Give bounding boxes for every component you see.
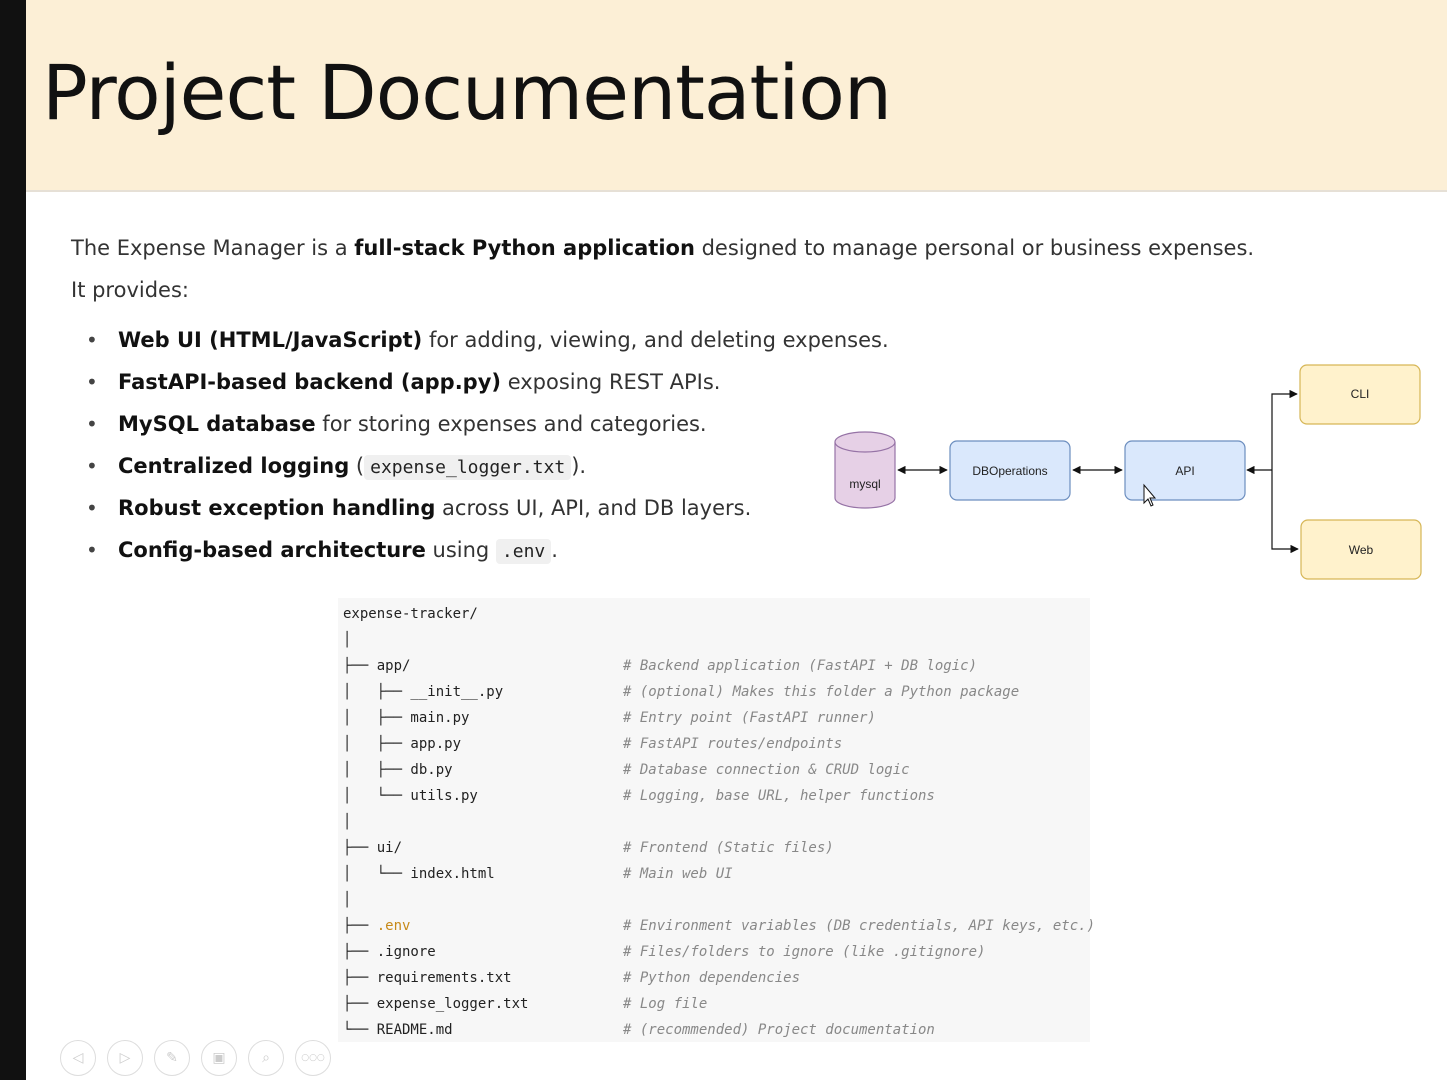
dboperations-label: DBOperations — [972, 464, 1047, 478]
intro-bold: full-stack Python application — [354, 236, 695, 260]
project-tree: expense-tracker/ │ ├── app/# Backend app… — [338, 598, 1096, 1042]
web-label: Web — [1349, 543, 1374, 557]
bullet-bold: Web UI (HTML/JavaScript) — [118, 328, 423, 352]
api-label: API — [1175, 464, 1194, 478]
bullet-bold: Config-based architecture — [118, 538, 426, 562]
api-cli-arrow — [1271, 389, 1298, 470]
slide-header: Project Documentation — [26, 0, 1447, 192]
bullet-text: ). — [571, 454, 587, 478]
list-item: • MySQL database for storing expenses and… — [86, 406, 889, 448]
tree-row: │ └── index.html # Main web UI — [343, 866, 733, 882]
bullet-bold: FastAPI-based backend (app.py) — [118, 370, 502, 394]
bullet-text: using — [425, 538, 496, 562]
tree-row: ├── app/# Backend application (FastAPI +… — [343, 658, 978, 674]
cli-label: CLI — [1351, 387, 1370, 401]
tree-row: │ └── utils.py # Logging, base URL, helpe… — [343, 788, 935, 804]
tree-row: ├── expense_logger.txt # Log file — [343, 996, 708, 1012]
bullet-icon: • — [86, 454, 98, 478]
bullet-icon: • — [86, 538, 98, 562]
bullet-text: for adding, viewing, and deleting expens… — [422, 328, 889, 352]
tree-row: ├── requirements.txt # Python dependencie… — [343, 970, 801, 986]
tree-row: └── README.md # (recommended) Project doc… — [343, 1022, 935, 1038]
bullet-bold: MySQL database — [118, 412, 316, 436]
inline-code: expense_logger.txt — [364, 455, 572, 480]
tree-row: expense-tracker/ — [343, 606, 478, 622]
list-item: • Config-based architecture using .env. — [86, 532, 889, 574]
bullet-text: for storing expenses and categories. — [315, 412, 707, 436]
tree-row: │ ├── db.py # Database connection & CRUD … — [343, 762, 910, 778]
slides-icon[interactable]: ▣ — [201, 1040, 237, 1076]
bullet-bold: Centralized logging — [118, 454, 350, 478]
tree-row: │ — [343, 632, 352, 648]
slide: Project Documentation The Expense Manage… — [26, 0, 1447, 1080]
tree-row: │ — [343, 814, 352, 830]
bullet-icon: • — [86, 328, 98, 352]
tree-row: ├── .ignore # Files/folders to ignore (li… — [343, 944, 986, 960]
tree-row: ├── .env # Environment variables (DB cred… — [343, 918, 1096, 934]
tree-row: │ ├── main.py # Entry point (FastAPI runn… — [343, 710, 876, 726]
api-web-arrow — [1271, 470, 1299, 554]
next-icon[interactable]: ▷ — [107, 1040, 143, 1076]
env-file-name: .env — [376, 918, 411, 934]
intro-text: The Expense Manager is a full-stack Pyth… — [71, 236, 1254, 260]
bullet-bold: Robust exception handling — [118, 496, 436, 520]
bullet-text: . — [551, 538, 558, 562]
prev-icon[interactable]: ◁ — [60, 1040, 96, 1076]
list-item: • Centralized logging (expense_logger.txt… — [86, 448, 889, 490]
mysql-node: mysql — [834, 431, 896, 509]
list-item: • Robust exception handling across UI, AP… — [86, 490, 889, 532]
zoom-icon[interactable]: ⌕ — [248, 1040, 284, 1076]
bullet-text: across UI, API, and DB layers. — [435, 496, 752, 520]
intro-suffix: designed to manage personal or business … — [694, 236, 1255, 260]
page-title: Project Documentation — [42, 48, 892, 137]
bullet-text: ( — [349, 454, 365, 478]
bullet-icon: • — [86, 496, 98, 520]
bullet-text: exposing REST APIs. — [501, 370, 721, 394]
feature-list: • Web UI (HTML/JavaScript) for adding, vi… — [86, 322, 889, 574]
pen-icon[interactable]: ✎ — [154, 1040, 190, 1076]
tree-row: │ ├── app.py # FastAPI routes/endpoints — [343, 736, 843, 752]
list-item: • FastAPI-based backend (app.py) exposing… — [86, 364, 889, 406]
architecture-diagram: mysql DBOperations API CLI Web — [834, 364, 1422, 580]
tree-row: │ — [343, 892, 352, 908]
intro-prefix: The Expense Manager is a — [71, 236, 355, 260]
tree-row: ├── ui/# Frontend (Static files) — [343, 840, 834, 856]
bullet-icon: • — [86, 412, 98, 436]
bullet-icon: • — [86, 370, 98, 394]
inline-code: .env — [495, 539, 552, 564]
list-item: • Web UI (HTML/JavaScript) for adding, vi… — [86, 322, 889, 364]
intro-line2: It provides: — [71, 278, 189, 302]
more-icon[interactable]: ○○○ — [295, 1040, 331, 1076]
mysql-label: mysql — [849, 477, 880, 491]
tree-row: │ ├── __init__.py # (optional) Makes this… — [343, 684, 1020, 700]
